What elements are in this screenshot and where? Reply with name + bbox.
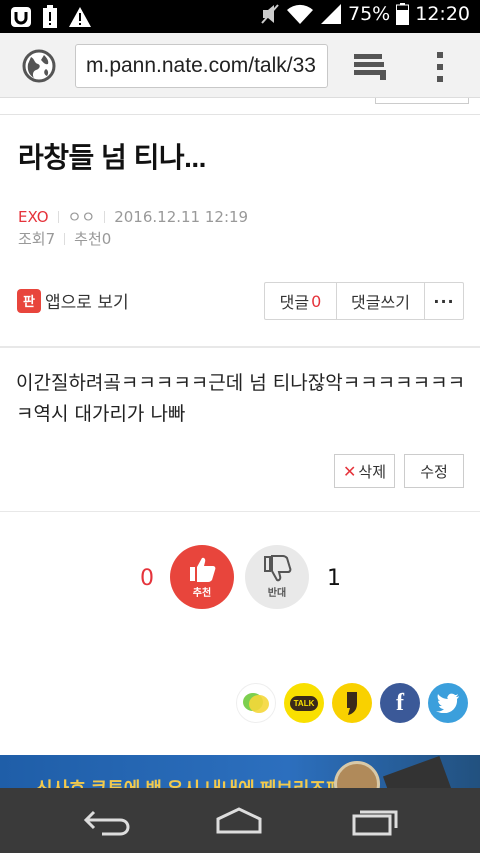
app-u-icon (11, 7, 31, 27)
app-view-link[interactable]: 판 앱으로 보기 (17, 288, 129, 313)
author-name: ㅇㅇ (67, 208, 96, 226)
share-kakaostory-alt-button[interactable] (236, 683, 276, 723)
mute-icon (261, 4, 279, 24)
share-facebook-button[interactable]: f (380, 683, 420, 723)
comments-button[interactable]: 댓글 0 (265, 283, 337, 319)
close-icon: ✕ (342, 461, 357, 481)
ad-banner[interactable]: 신사호 쿠투에 밴 유시 내내에 페브리즈패 (0, 755, 480, 788)
write-comment-label: 댓글쓰기 (351, 293, 410, 312)
url-bar[interactable]: m.pann.nate.com/talk/33 (75, 44, 328, 88)
globe-icon[interactable] (22, 49, 56, 83)
ad-image (382, 755, 454, 788)
post-stats: 조회 7 추천 0 (18, 228, 111, 249)
edit-button[interactable]: 수정 (404, 454, 464, 488)
android-nav-bar (0, 788, 480, 853)
more-button[interactable]: ··· (425, 283, 463, 319)
pann-app-icon: 판 (17, 288, 41, 313)
share-kakaostory-button[interactable] (332, 683, 372, 723)
signal-icon (321, 4, 341, 24)
meta-separator (64, 232, 66, 245)
post-title: 라창들 넘 티나... (18, 142, 206, 173)
meta-separator (104, 210, 106, 223)
tabs-icon[interactable] (354, 54, 386, 80)
divider (0, 511, 480, 512)
post-body: 이간질하려곸ㅋㅋㅋㅋㅋ근데 넘 티나잖악ㅋㅋㅋㅋㅋㅋㅋㅋ역시 대가리가 나빠 (16, 372, 466, 425)
views-label: 조회 (18, 230, 46, 248)
thumbs-down-icon (264, 555, 292, 582)
share-twitter-button[interactable] (428, 683, 468, 723)
top-button-remnant[interactable] (375, 98, 469, 104)
ad-text: 신사호 쿠투에 밴 유시 내내에 페브리즈패 (36, 775, 343, 788)
browser-toolbar: m.pann.nate.com/talk/33 (0, 33, 480, 98)
home-icon[interactable] (214, 806, 264, 836)
share-kakaotalk-button[interactable]: TALK (284, 683, 324, 723)
app-view-label: 앱으로 보기 (45, 293, 129, 313)
divider (0, 114, 480, 115)
dislike-label: 반대 (267, 588, 287, 599)
warning-icon (69, 7, 91, 27)
facebook-icon: f (396, 689, 404, 716)
status-bar: 75% 12:20 (0, 0, 480, 33)
like-count: 0 (140, 566, 154, 591)
ad-image (334, 761, 380, 788)
battery-icon (396, 3, 410, 25)
thumbs-up-icon (190, 557, 216, 582)
delete-label: 삭제 (358, 462, 386, 481)
meta-separator (57, 210, 59, 223)
dislike-count: 1 (327, 566, 341, 591)
category-link[interactable]: EXO (18, 208, 49, 226)
battery-percent: 75% (348, 3, 391, 25)
url-text: m.pann.nate.com/talk/33 (86, 54, 316, 77)
divider (0, 346, 480, 348)
write-comment-button[interactable]: 댓글쓰기 (337, 283, 425, 319)
recommend-count: 0 (101, 229, 112, 248)
more-icon: ··· (433, 291, 455, 311)
speech-bubbles-icon (243, 693, 269, 713)
clock: 12:20 (415, 3, 470, 25)
post-date: 2016.12.11 12:19 (114, 207, 249, 226)
comments-label: 댓글 (279, 293, 310, 312)
back-icon[interactable] (82, 806, 132, 836)
recent-apps-icon[interactable] (350, 806, 400, 836)
like-label: 추천 (192, 588, 212, 599)
kakaotalk-icon: TALK (289, 695, 319, 711)
like-button[interactable]: 추천 (170, 545, 234, 609)
views-count: 7 (45, 229, 56, 248)
page-content: 라창들 넘 티나... EXO ㅇㅇ 2016.12.11 12:19 조회 7… (0, 98, 480, 788)
dislike-button[interactable]: 반대 (245, 545, 309, 609)
kakaostory-icon (347, 692, 357, 715)
delete-button[interactable]: ✕ 삭제 (334, 454, 395, 488)
comments-count: 0 (311, 291, 322, 311)
battery-alert-icon (43, 5, 57, 28)
wifi-icon (287, 4, 313, 25)
comment-button-group: 댓글 0 댓글쓰기 ··· (264, 282, 464, 320)
recommend-label: 추천 (74, 230, 102, 248)
overflow-menu-icon[interactable] (436, 52, 444, 82)
edit-label: 수정 (420, 462, 448, 481)
post-meta: EXO ㅇㅇ 2016.12.11 12:19 (18, 206, 248, 227)
twitter-icon (436, 693, 459, 713)
